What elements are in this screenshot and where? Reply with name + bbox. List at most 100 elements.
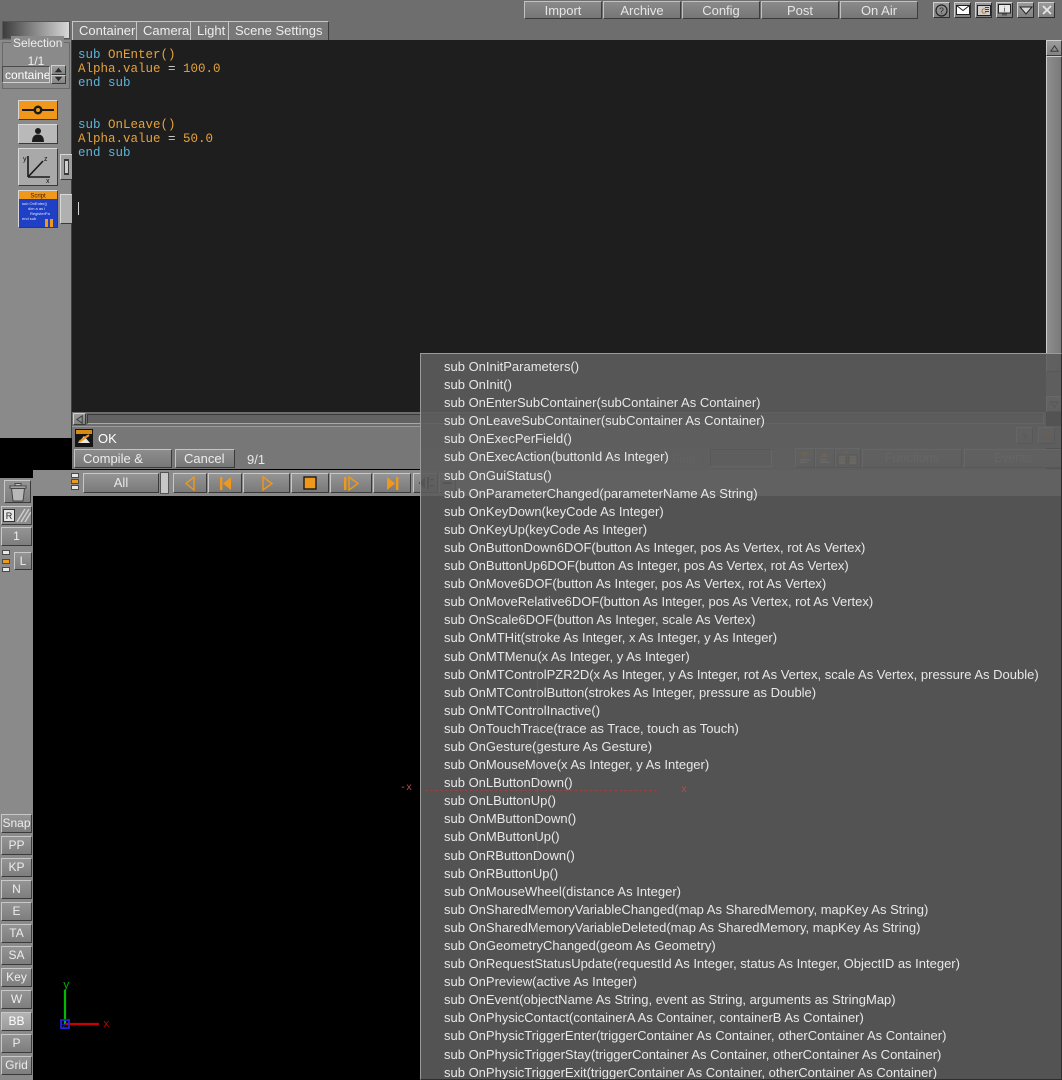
go-start-icon[interactable]: [208, 473, 242, 493]
go-end-icon[interactable]: [373, 473, 411, 493]
dropdown-item[interactable]: sub OnMButtonDown(): [421, 810, 1061, 828]
trash-icon[interactable]: [4, 480, 31, 503]
render-toggle[interactable]: R: [1, 506, 32, 525]
vstrip-button-e[interactable]: E: [1, 902, 32, 921]
console-icon[interactable]: C: [975, 2, 992, 18]
dropdown-item[interactable]: sub OnGuiStatus(): [421, 467, 1061, 485]
dropdown-item[interactable]: sub OnMTControlButton(strokes As Integer…: [421, 684, 1061, 702]
vstrip-button-key[interactable]: Key: [1, 968, 32, 987]
dropdown-item[interactable]: sub OnGesture(gesture As Gesture): [421, 738, 1061, 756]
layer-one-button[interactable]: 1: [1, 527, 32, 546]
close-icon[interactable]: [1038, 2, 1055, 18]
dropdown-item[interactable]: sub OnEvent(objectName As String, event …: [421, 991, 1061, 1009]
dropdown-item[interactable]: sub OnKeyDown(keyCode As Integer): [421, 503, 1061, 521]
dropdown-item[interactable]: sub OnPhysicTriggerEnter(triggerContaine…: [421, 1027, 1061, 1045]
script-icon[interactable]: Script sub OnEnter() dim a as I Register…: [18, 190, 58, 228]
vstrip-button-pp[interactable]: PP: [1, 836, 32, 855]
vstrip-button-bb[interactable]: BB: [1, 1012, 32, 1031]
dropdown-item[interactable]: sub OnParameterChanged(parameterName As …: [421, 485, 1061, 503]
tab-scene-settings[interactable]: Scene Settings: [228, 21, 330, 40]
container-name-field[interactable]: container1: [2, 66, 50, 83]
on-air-button[interactable]: On Air: [840, 1, 918, 19]
dropdown-item[interactable]: sub OnMTMenu(x As Integer, y As Integer): [421, 648, 1061, 666]
config-button[interactable]: Config: [682, 1, 760, 19]
events-dropdown-list[interactable]: sub OnInitParameters() sub OnInit() sub On…: [420, 353, 1062, 1080]
vstrip-button-snap[interactable]: Snap: [1, 814, 32, 833]
dropdown-item[interactable]: sub OnMTControlInactive(): [421, 702, 1061, 720]
dropdown-item[interactable]: sub OnPhysicTriggerExit(triggerContainer…: [421, 1064, 1061, 1079]
dropdown-item[interactable]: sub OnButtonUp6DOF(button As Integer, po…: [421, 557, 1061, 575]
dropdown-item[interactable]: sub OnRequestStatusUpdate(requestId As I…: [421, 955, 1061, 973]
dropdown-item[interactable]: sub OnGeometryChanged(geom As Geometry): [421, 937, 1061, 955]
dropdown-item[interactable]: sub OnButtonDown6DOF(button As Integer, …: [421, 539, 1061, 557]
scroll-left-icon[interactable]: [73, 413, 86, 425]
cancel-button[interactable]: Cancel: [175, 449, 235, 468]
dropdown-item[interactable]: sub OnPhysicContact(containerA As Contai…: [421, 1009, 1061, 1027]
vstrip-button-grid[interactable]: Grid: [1, 1056, 32, 1075]
step-back-icon[interactable]: [173, 473, 207, 493]
dropdown-item[interactable]: sub OnMove6DOF(button As Integer, pos As…: [421, 575, 1061, 593]
dropdown-item[interactable]: sub OnKeyUp(keyCode As Integer): [421, 521, 1061, 539]
led-2[interactable]: [71, 479, 79, 484]
vstrip-button-n[interactable]: N: [1, 880, 32, 899]
play-section-icon[interactable]: [330, 473, 372, 493]
spinner-up-icon[interactable]: [51, 65, 66, 75]
led-1[interactable]: [71, 473, 79, 478]
import-button[interactable]: Import: [524, 1, 602, 19]
dropdown-item[interactable]: sub OnMTHit(stroke As Integer, x As Inte…: [421, 629, 1061, 647]
dropdown-scrollbar[interactable]: [1053, 354, 1061, 1079]
minimize-icon[interactable]: [1017, 2, 1034, 18]
dropdown-item[interactable]: sub OnLeaveSubContainer(subContainer As …: [421, 412, 1061, 430]
dropdown-item[interactable]: sub OnScale6DOF(button As Integer, scale…: [421, 611, 1061, 629]
vstrip-button-ta[interactable]: TA: [1, 924, 32, 943]
vstrip-button-w[interactable]: W: [1, 990, 32, 1009]
dropdown-item[interactable]: sub OnMButtonUp(): [421, 828, 1061, 846]
mail-icon[interactable]: [954, 2, 971, 18]
tab-camera[interactable]: Camera: [136, 21, 197, 40]
dropdown-item[interactable]: sub OnMouseMove(x As Integer, y As Integ…: [421, 756, 1061, 774]
compile-and-run-button[interactable]: Compile & Run: [74, 449, 172, 484]
dropdown-item[interactable]: sub OnInit(): [421, 376, 1061, 394]
axis-icon[interactable]: y z x: [18, 148, 58, 186]
led-indicator-bottom[interactable]: [2, 567, 10, 572]
range-handle[interactable]: [160, 472, 169, 494]
dropdown-item[interactable]: sub OnMouseWheel(distance As Integer): [421, 883, 1061, 901]
dropdown-item[interactable]: sub OnSharedMemoryVariableDeleted(map As…: [421, 919, 1061, 937]
led-indicator-top[interactable]: [2, 550, 10, 555]
led-indicator-mid[interactable]: [2, 558, 10, 564]
dropdown-item[interactable]: sub OnMoveRelative6DOF(button As Integer…: [421, 593, 1061, 611]
container-spinner[interactable]: [51, 65, 66, 84]
vstrip-button-p[interactable]: P: [1, 1034, 32, 1053]
dropdown-item[interactable]: sub OnLButtonUp(): [421, 792, 1061, 810]
archive-button[interactable]: Archive: [603, 1, 681, 19]
tab-container[interactable]: Container: [72, 21, 143, 40]
scroll-thumb[interactable]: [1046, 56, 1062, 372]
led-3[interactable]: [71, 485, 79, 490]
dropdown-item[interactable]: sub OnMTControlPZR2D(x As Integer, y As …: [421, 666, 1061, 684]
person-icon[interactable]: [18, 124, 58, 144]
post-button[interactable]: Post: [761, 1, 839, 19]
dropdown-item[interactable]: sub OnInitParameters(): [421, 358, 1061, 376]
dropdown-item[interactable]: sub OnSharedMemoryVariableChanged(map As…: [421, 901, 1061, 919]
dropdown-item[interactable]: sub OnPhysicTriggerStay(triggerContainer…: [421, 1046, 1061, 1064]
info-icon[interactable]: i: [996, 2, 1013, 18]
vstrip-button-sa[interactable]: SA: [1, 946, 32, 965]
stop-icon[interactable]: [291, 473, 329, 493]
l-toggle-button[interactable]: L: [14, 552, 32, 570]
dropdown-item[interactable]: sub OnRButtonDown(): [421, 847, 1061, 865]
vstrip-button-kp[interactable]: KP: [1, 858, 32, 877]
dropdown-item[interactable]: sub OnExecPerField(): [421, 430, 1061, 448]
range-all-button[interactable]: All: [83, 473, 159, 493]
dropdown-item[interactable]: sub OnRButtonUp(): [421, 865, 1061, 883]
scroll-up-icon[interactable]: [1046, 40, 1062, 56]
dropdown-item[interactable]: sub OnPreview(active As Integer): [421, 973, 1061, 991]
dropdown-item[interactable]: sub OnExecAction(buttonId As Integer): [421, 448, 1061, 466]
dropdown-item[interactable]: sub OnEnterSubContainer(subContainer As …: [421, 394, 1061, 412]
play-icon[interactable]: [243, 473, 290, 493]
help-icon[interactable]: ?: [933, 2, 950, 18]
tab-light[interactable]: Light: [190, 21, 233, 40]
transform-icon[interactable]: [18, 100, 58, 120]
spinner-down-icon[interactable]: [51, 74, 66, 84]
dropdown-item[interactable]: sub OnTouchTrace(trace as Trace, touch a…: [421, 720, 1061, 738]
transport-led-group[interactable]: [71, 473, 81, 493]
